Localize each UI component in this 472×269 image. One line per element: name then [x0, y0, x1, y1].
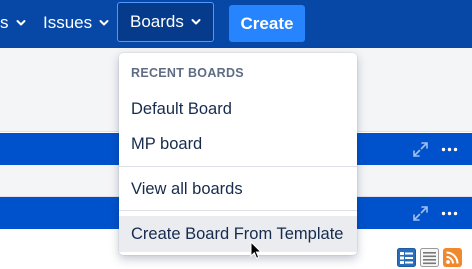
- nav-item-boards[interactable]: Boards: [117, 2, 214, 42]
- top-navigation-bar: s Issues Boards Create: [0, 0, 472, 48]
- more-icon[interactable]: [441, 141, 458, 158]
- expand-icon[interactable]: [412, 141, 429, 158]
- recent-boards-heading: RECENT BOARDS: [131, 66, 244, 80]
- menu-item-mp-board[interactable]: MP board: [119, 127, 357, 161]
- create-button[interactable]: Create: [229, 5, 305, 42]
- nav-item-partial[interactable]: s: [0, 0, 26, 46]
- menu-divider: [119, 210, 357, 211]
- nav-item-issues-label: Issues: [43, 13, 93, 32]
- menu-item-create-board-from-template[interactable]: Create Board From Template: [119, 216, 357, 252]
- menu-item-default-board[interactable]: Default Board: [119, 92, 357, 126]
- detail-view-icon[interactable]: [397, 248, 416, 267]
- chevron-down-icon: [99, 20, 109, 26]
- boards-dropdown-menu: RECENT BOARDS Default Board MP board Vie…: [119, 53, 357, 255]
- nav-item-partial-label: s: [0, 13, 9, 32]
- rss-feed-icon[interactable]: [443, 248, 462, 267]
- chevron-down-icon: [16, 20, 25, 26]
- menu-item-view-all-boards[interactable]: View all boards: [119, 172, 357, 206]
- expand-icon[interactable]: [412, 205, 429, 222]
- mouse-cursor-icon: [250, 241, 262, 259]
- nav-item-issues[interactable]: Issues: [43, 0, 109, 46]
- list-view-icon[interactable]: [420, 248, 439, 267]
- more-icon[interactable]: [441, 205, 458, 222]
- gadget-actions: [412, 133, 458, 165]
- menu-divider: [119, 166, 357, 167]
- nav-item-boards-label: Boards: [130, 12, 184, 31]
- gadget-actions: [412, 197, 458, 229]
- view-switcher: [397, 248, 462, 267]
- chevron-down-icon: [191, 19, 201, 25]
- page: s Issues Boards Create RECENT BOARDS Def…: [0, 0, 472, 269]
